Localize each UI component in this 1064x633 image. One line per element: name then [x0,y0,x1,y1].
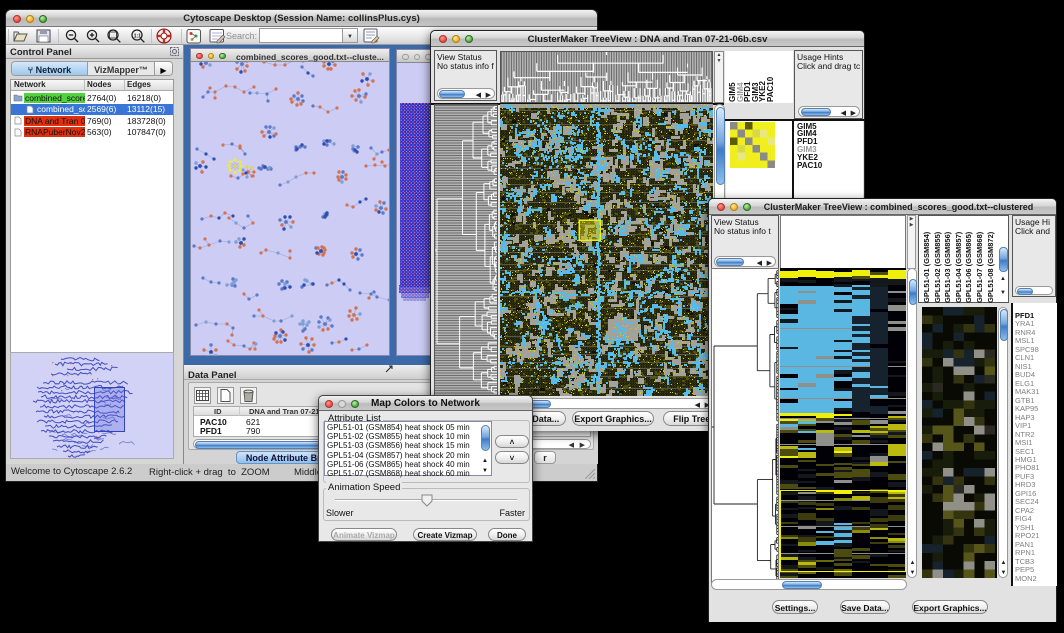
svg-text:Search:: Search: [226,31,257,41]
svg-text:1:1: 1:1 [134,33,141,39]
